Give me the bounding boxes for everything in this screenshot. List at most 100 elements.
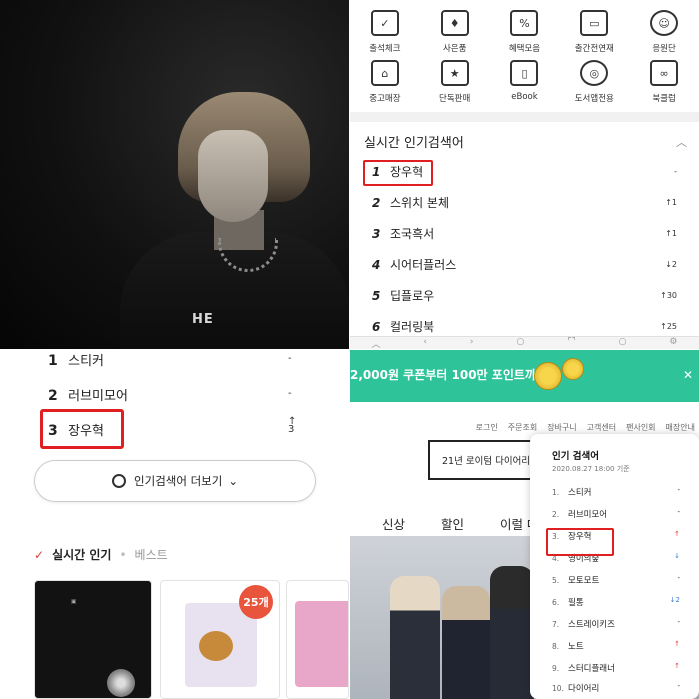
popular-keywords-popup: 인기 검색어 2020.08.27 18:00 기준 1. 스티커 - 2. 러브미모… [530,434,699,699]
menu-label: 혜택모음 [508,44,541,54]
search-icon[interactable]: ○ [516,337,524,349]
web-rank-row[interactable]: 2 러브미모어 [48,385,128,404]
banner-text: 2,000원 쿠폰부터 100만 포인트까지! [350,368,553,382]
shop-screen: 2,000원 쿠폰부터 100만 포인트까지! ✕ 로그인 주문조회 장바구니 … [350,350,699,699]
up-chevron-icon[interactable]: ︿ [371,337,380,349]
highlight-box [363,160,433,186]
cart-link[interactable]: 장바구니 [547,422,576,433]
category-nav: 신상 할인 이럴 때 [382,514,539,533]
chevron-up-icon[interactable]: ︿ [676,134,687,150]
menu-label: 사은품 [442,44,467,54]
rank-number: 5. [552,576,560,585]
realtime-title: 실시간 인기검색어 [364,136,464,151]
rank-number: 2 [372,195,381,210]
rank-change: ↓2 [669,596,680,604]
rank-change: - [677,618,680,626]
rank-change: ↑25 [660,322,677,331]
tab-realtime[interactable]: 실시간 인기 [52,546,111,563]
home-icon[interactable]: ○ [619,337,627,349]
section-divider [350,112,699,122]
settings-icon[interactable]: ⚙ [669,337,677,349]
popup-row[interactable]: 5. 모토모트 - [552,574,692,586]
bottom-nav-bar[interactable]: ︿ ‹ › ○ ⌜⌝ ○ ⚙ [350,336,699,349]
store-info-link[interactable]: 매장안내 [666,422,695,433]
rank-number: 9. [552,664,560,673]
search-box[interactable]: 21년 로이텀 다이어리 [428,440,536,480]
infinity-icon: ∞ [650,60,679,86]
chevron-down-icon: ⌄ [228,474,238,488]
rank-change-value: 2 [671,260,677,269]
rank-number: 2. [552,510,560,519]
menu-used-store[interactable]: ⌂ 중고매장 [350,60,420,104]
coin-icon [534,362,562,390]
back-icon[interactable]: ‹ [423,337,427,349]
menu-cheer[interactable]: ☺ 응원단 [629,10,699,54]
separator-dot: • [119,547,127,562]
menu-serial[interactable]: ▭ 출간전연재 [559,10,629,54]
realtime-row[interactable]: 4 시어터플러스 ↓2 [350,249,699,280]
promo-banner[interactable]: 2,000원 쿠폰부터 100만 포인트까지! ✕ [350,350,699,402]
keyword: 러브미모어 [68,389,128,404]
ball-icon: ◎ [580,60,609,86]
more-keywords-button[interactable]: 인기검색어 더보기 ⌄ [34,460,316,502]
menu-gift[interactable]: ♦ 사은품 [420,10,490,54]
scan-icon[interactable]: ⌜⌝ [567,337,575,349]
popup-row[interactable]: 8. 노트 ↑ [552,640,692,652]
rank-number: 1 [48,353,58,369]
rank-number: 5 [372,288,381,303]
nav-sale[interactable]: 할인 [441,514,464,533]
popup-row[interactable]: 7. 스트레이키즈 - [552,618,692,630]
book-open-icon: ▭ [580,10,609,36]
rank-number: 8. [552,642,560,651]
popup-row[interactable]: 10. 다이어리 - [552,682,692,694]
rank-change: ↑ [674,662,680,670]
rank-change-value: 1 [671,229,677,238]
menu-label: 출간전연재 [574,44,614,54]
keyword: 러브미모어 [568,510,608,520]
realtime-row[interactable]: 3 조국흑서 ↑1 [350,218,699,249]
rank-change: ↑ [674,530,680,538]
menu-label: 중고매장 [369,94,401,104]
rank-number: 1. [552,488,560,497]
login-link[interactable]: 로그인 [476,422,498,433]
popup-row[interactable]: 1. 스티커 - [552,486,692,498]
rank-change-value: 3 [288,424,295,435]
top-links: 로그인 주문조회 장바구니 고객센터 팬사인회 매장안내 [476,422,695,433]
menu-label: 북클럽 [652,94,676,104]
tab-best[interactable]: 베스트 [135,546,168,563]
popup-title: 인기 검색어 [552,451,600,462]
search-value: 21년 로이텀 다이어리 [442,456,531,467]
menu-app-only[interactable]: ◎ 도서앱전용 [559,60,629,104]
more-keywords-label: 인기검색어 더보기 [134,474,223,488]
product-card[interactable]: ▣ [34,580,152,699]
menu-label: 응원단 [652,44,676,54]
menu-ebook[interactable]: ▯ eBook [490,60,560,104]
menu-attendance[interactable]: ✓ 출석체크 [350,10,420,54]
rank-change: ↑30 [660,291,677,300]
support-link[interactable]: 고객센터 [587,422,616,433]
popup-row[interactable]: 9. 스터디플래너 ↑ [552,662,692,674]
check-icon: ✓ [34,547,45,562]
order-link[interactable]: 주문조회 [508,422,537,433]
realtime-row[interactable]: 5 딥플로우 ↑30 [350,280,699,311]
gift-icon: ♦ [440,10,469,36]
nav-new[interactable]: 신상 [382,514,405,533]
web-rank-row[interactable]: 1 스티커 [48,350,104,369]
close-icon[interactable]: ✕ [683,368,693,382]
popup-row[interactable]: 6. 필통 ↓2 [552,596,692,608]
rank-number: 2 [48,388,58,404]
product-card[interactable] [286,580,349,699]
star-book-icon: ★ [440,60,469,86]
product-card[interactable]: 25개 [160,580,280,699]
realtime-row[interactable]: 2 스위치 본체 ↑1 [350,187,699,218]
menu-benefits[interactable]: % 혜택모음 [490,10,560,54]
menu-exclusive[interactable]: ★ 단독판매 [420,60,490,104]
forward-icon[interactable]: › [470,337,474,349]
menu-label: 단독판매 [439,94,471,104]
rank-change: - [677,486,680,494]
fansign-link[interactable]: 팬사인회 [626,422,655,433]
keyword: 스위치 본체 [390,196,450,210]
popup-row[interactable]: 2. 러브미모어 - [552,508,692,520]
photo-person: HE [0,0,349,349]
menu-bookclub[interactable]: ∞ 북클럽 [629,60,699,104]
